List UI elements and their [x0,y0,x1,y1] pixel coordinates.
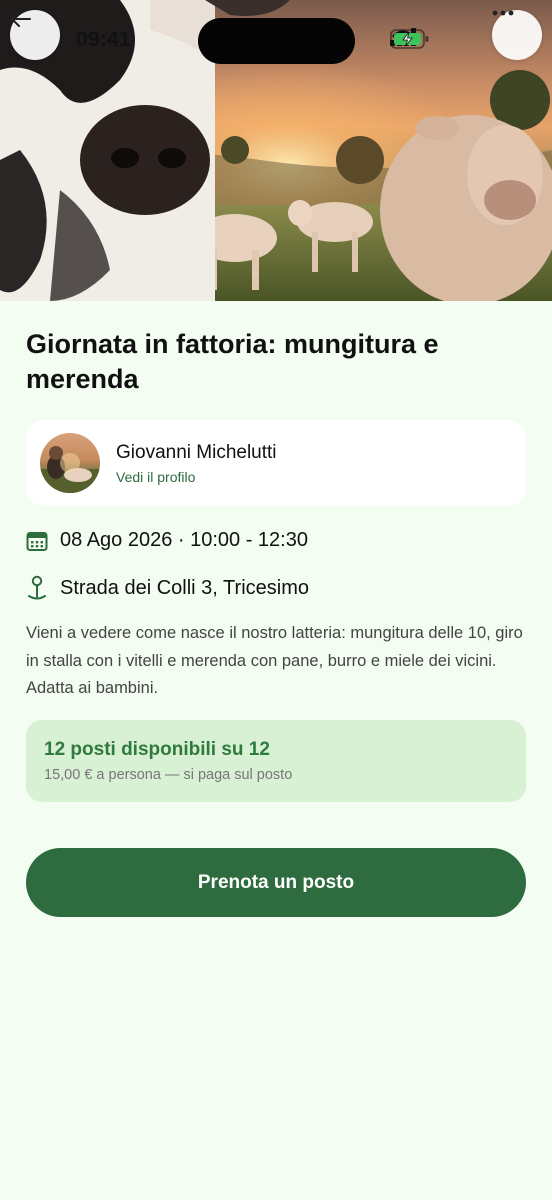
event-date-text: 08 Ago 2026 · 10:00 - 12:30 [60,529,308,551]
more-button[interactable] [492,10,542,60]
calendar-icon [26,531,48,551]
back-button[interactable] [10,10,60,60]
event-location-text: Strada dei Colli 3, Tricesimo [60,576,309,599]
book-seat-button[interactable]: Prenota un posto [26,848,526,917]
hero-image: 09:41 [0,0,552,301]
view-profile-link[interactable]: Vedi il profilo [116,469,195,485]
event-description: Vieni a vedere come nasce il nostro latt… [26,624,523,697]
location-pin-icon [28,575,46,600]
host-photo [40,446,100,493]
event-location-row[interactable]: Strada dei Colli 3, Tricesimo [26,575,309,601]
dynamic-island [198,18,355,64]
battery-charging-icon [390,29,429,49]
availability-price: 15,00 € a persona — si paga sul posto [44,767,293,783]
host-name: Giovanni Michelutti [116,442,277,463]
event-date-row: 08 Ago 2026 · 10:00 - 12:30 [26,529,308,552]
event-title: Giornata in fattoria: mungitura e merend… [26,329,439,394]
status-time: 09:41 [76,28,131,51]
more-dots-icon [492,10,514,16]
host-card[interactable]: Giovanni Michelutti Vedi il profilo [26,420,526,506]
availability-title: 12 posti disponibili su 12 [44,739,270,760]
arrow-left-icon [11,11,31,27]
availability-card: 12 posti disponibili su 12 15,00 € a per… [26,720,526,802]
avatar [40,433,100,493]
